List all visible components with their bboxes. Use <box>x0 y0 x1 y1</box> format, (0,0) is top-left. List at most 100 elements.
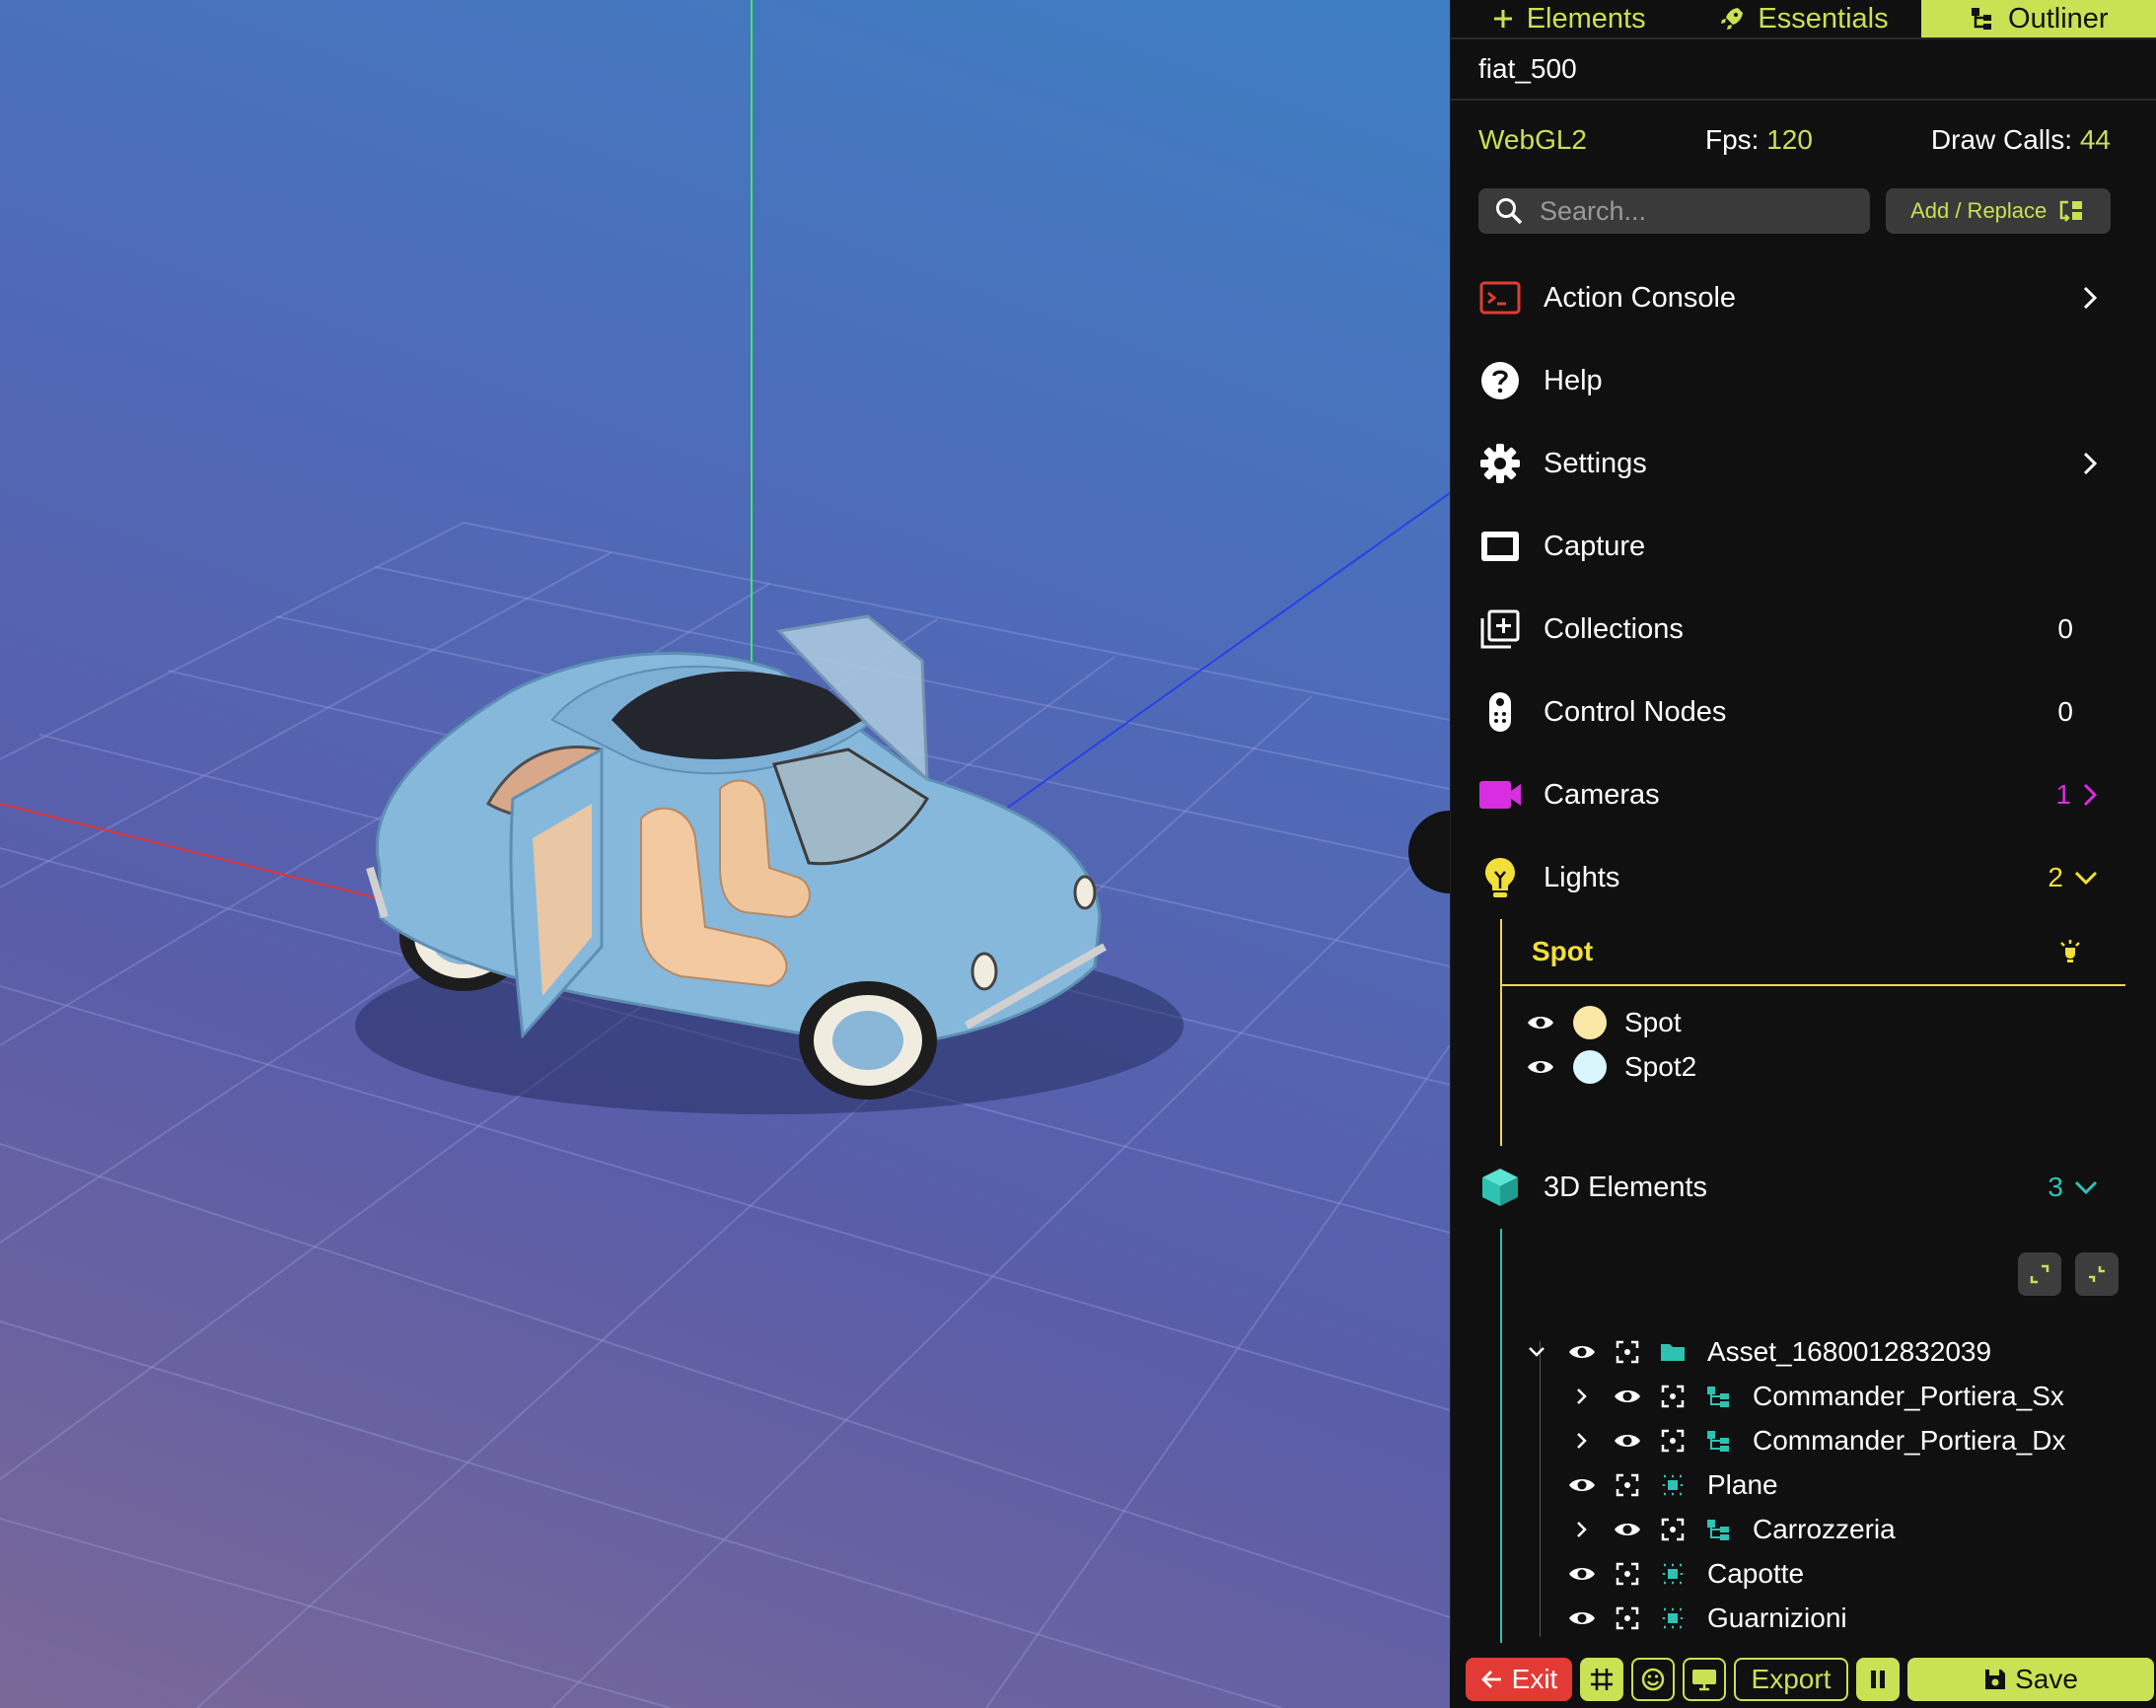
capture-icon <box>1481 532 1519 561</box>
menu-label: 3D Elements <box>1544 1171 1708 1203</box>
folder-icon <box>1661 1343 1685 1361</box>
chevron-right-icon[interactable] <box>1575 1520 1589 1539</box>
render-stats: WebGL2 Fps: 120 Draw Calls: 44 <box>1451 101 2156 179</box>
tree-row-capotte[interactable]: Capotte <box>1502 1551 2156 1596</box>
elements-count: 3 <box>2048 1172 2063 1202</box>
chevron-right-icon[interactable] <box>1575 1431 1589 1451</box>
menu-control-nodes[interactable]: Control Nodes 0 <box>1451 671 2156 753</box>
hierarchy-icon <box>1707 1430 1729 1452</box>
tree-row-commander-portiera-dx[interactable]: Commander_Portiera_Dx <box>1502 1418 2156 1462</box>
tab-outliner[interactable]: Outliner <box>1920 0 2156 37</box>
menu-capture[interactable]: Capture <box>1451 505 2156 588</box>
presentation-icon <box>1692 1670 1716 1691</box>
menu-lights[interactable]: Lights 2 <box>1451 836 2156 919</box>
menu-help[interactable]: Help <box>1451 339 2156 422</box>
search-input[interactable] <box>1540 195 1835 227</box>
tree-item-name: Asset_1680012832039 <box>1707 1335 1992 1367</box>
eye-icon[interactable] <box>1613 1431 1642 1451</box>
fps-stat: Fps: 120 <box>1705 124 1813 156</box>
save-button[interactable]: Save <box>1907 1658 2154 1701</box>
chevron-down-icon <box>2074 871 2098 886</box>
search-box[interactable] <box>1478 188 1871 234</box>
tree-item-name: Plane <box>1707 1468 1778 1500</box>
outliner-icon <box>1972 8 1992 30</box>
mesh-icon <box>1662 1474 1684 1495</box>
tree-row-commander-portiera-sx[interactable]: Commander_Portiera_Sx <box>1502 1374 2156 1418</box>
menu-settings[interactable]: Settings <box>1451 422 2156 505</box>
swap-icon <box>2060 200 2083 222</box>
expand-all-button[interactable] <box>2018 1252 2061 1296</box>
menu-3d-elements[interactable]: 3D Elements 3 <box>1451 1146 2156 1229</box>
export-label: Export <box>1751 1664 1832 1694</box>
eye-icon[interactable] <box>1526 1013 1555 1032</box>
tab-essentials[interactable]: Essentials <box>1686 0 1920 37</box>
tree-item-name: Carrozzeria <box>1753 1513 1896 1544</box>
scene-canvas[interactable] <box>0 0 1450 1708</box>
eye-icon[interactable] <box>1567 1608 1597 1628</box>
tree-row-guarnizioni[interactable]: Guarnizioni <box>1502 1596 2156 1640</box>
cube-icon <box>1482 1169 1518 1206</box>
search-row: Add / Replace <box>1451 179 2156 243</box>
tab-label: Outliner <box>2008 2 2109 35</box>
pause-button[interactable] <box>1856 1658 1900 1701</box>
focus-icon[interactable] <box>1661 1385 1685 1408</box>
project-name: fiat_500 <box>1451 39 2156 101</box>
3d-viewport[interactable] <box>0 0 1450 1708</box>
menu-label: Settings <box>1544 447 1647 479</box>
lights-group-header[interactable]: Spot <box>1502 919 2125 986</box>
hierarchy-icon <box>1707 1386 1729 1407</box>
control-nodes-count: 0 <box>2057 696 2073 727</box>
gear-icon <box>1480 444 1520 483</box>
mesh-icon <box>1662 1563 1684 1584</box>
pause-icon <box>1871 1671 1885 1688</box>
light-item-spot2[interactable]: Spot2 <box>1502 1044 2156 1089</box>
eye-icon[interactable] <box>1567 1564 1597 1584</box>
chevron-right-icon[interactable] <box>1575 1387 1589 1406</box>
present-button[interactable] <box>1683 1658 1726 1701</box>
light-color-swatch <box>1573 1049 1607 1084</box>
eye-icon[interactable] <box>1613 1520 1642 1539</box>
focus-icon[interactable] <box>1616 1606 1639 1630</box>
arrow-left-icon <box>1480 1671 1501 1688</box>
lightbulb-icon <box>1485 858 1515 897</box>
eye-icon[interactable] <box>1567 1342 1597 1362</box>
focus-icon[interactable] <box>1661 1518 1685 1541</box>
tab-label: Essentials <box>1758 2 1889 35</box>
menu-action-console[interactable]: Action Console <box>1451 256 2156 339</box>
video-camera-icon <box>1479 781 1521 809</box>
tree-row-root[interactable]: Asset_1680012832039 <box>1502 1329 2156 1374</box>
tree-item-name: Commander_Portiera_Dx <box>1753 1424 2066 1456</box>
spotlight-icon <box>2060 940 2080 962</box>
tab-label: Elements <box>1526 2 1646 35</box>
eye-icon[interactable] <box>1526 1057 1555 1077</box>
face-button[interactable] <box>1631 1658 1675 1701</box>
grid-toggle-button[interactable] <box>1580 1658 1623 1701</box>
rocket-icon <box>1721 8 1744 30</box>
chevron-down-icon[interactable] <box>1527 1345 1546 1359</box>
light-item-spot[interactable]: Spot <box>1502 1000 2156 1044</box>
menu-collections[interactable]: Collections 0 <box>1451 588 2156 671</box>
export-button[interactable]: Export <box>1734 1658 1848 1701</box>
menu-label: Help <box>1544 364 1603 396</box>
draw-calls-stat: Draw Calls: 44 <box>1931 124 2111 156</box>
tree-row-plane[interactable]: Plane <box>1502 1462 2156 1507</box>
focus-icon[interactable] <box>1661 1429 1685 1453</box>
chevron-right-icon <box>2083 452 2098 475</box>
collections-count: 0 <box>2057 613 2073 644</box>
add-replace-button[interactable]: Add / Replace <box>1886 188 2111 234</box>
focus-icon[interactable] <box>1616 1473 1639 1497</box>
tree-tools <box>1502 1229 2156 1319</box>
collapse-all-button[interactable] <box>2075 1252 2119 1296</box>
lights-count: 2 <box>2048 862 2063 892</box>
eye-icon[interactable] <box>1613 1387 1642 1406</box>
focus-icon[interactable] <box>1616 1562 1639 1586</box>
tree-row-carrozzeria[interactable]: Carrozzeria <box>1502 1507 2156 1551</box>
exit-button[interactable]: Exit <box>1466 1658 1572 1701</box>
focus-icon[interactable] <box>1616 1340 1639 1364</box>
light-color-swatch <box>1573 1005 1607 1039</box>
hierarchy-icon <box>1707 1519 1729 1540</box>
tab-elements[interactable]: Elements <box>1451 0 1686 37</box>
chevron-right-icon <box>2083 286 2098 310</box>
eye-icon[interactable] <box>1567 1475 1597 1495</box>
menu-cameras[interactable]: Cameras 1 <box>1451 753 2156 836</box>
